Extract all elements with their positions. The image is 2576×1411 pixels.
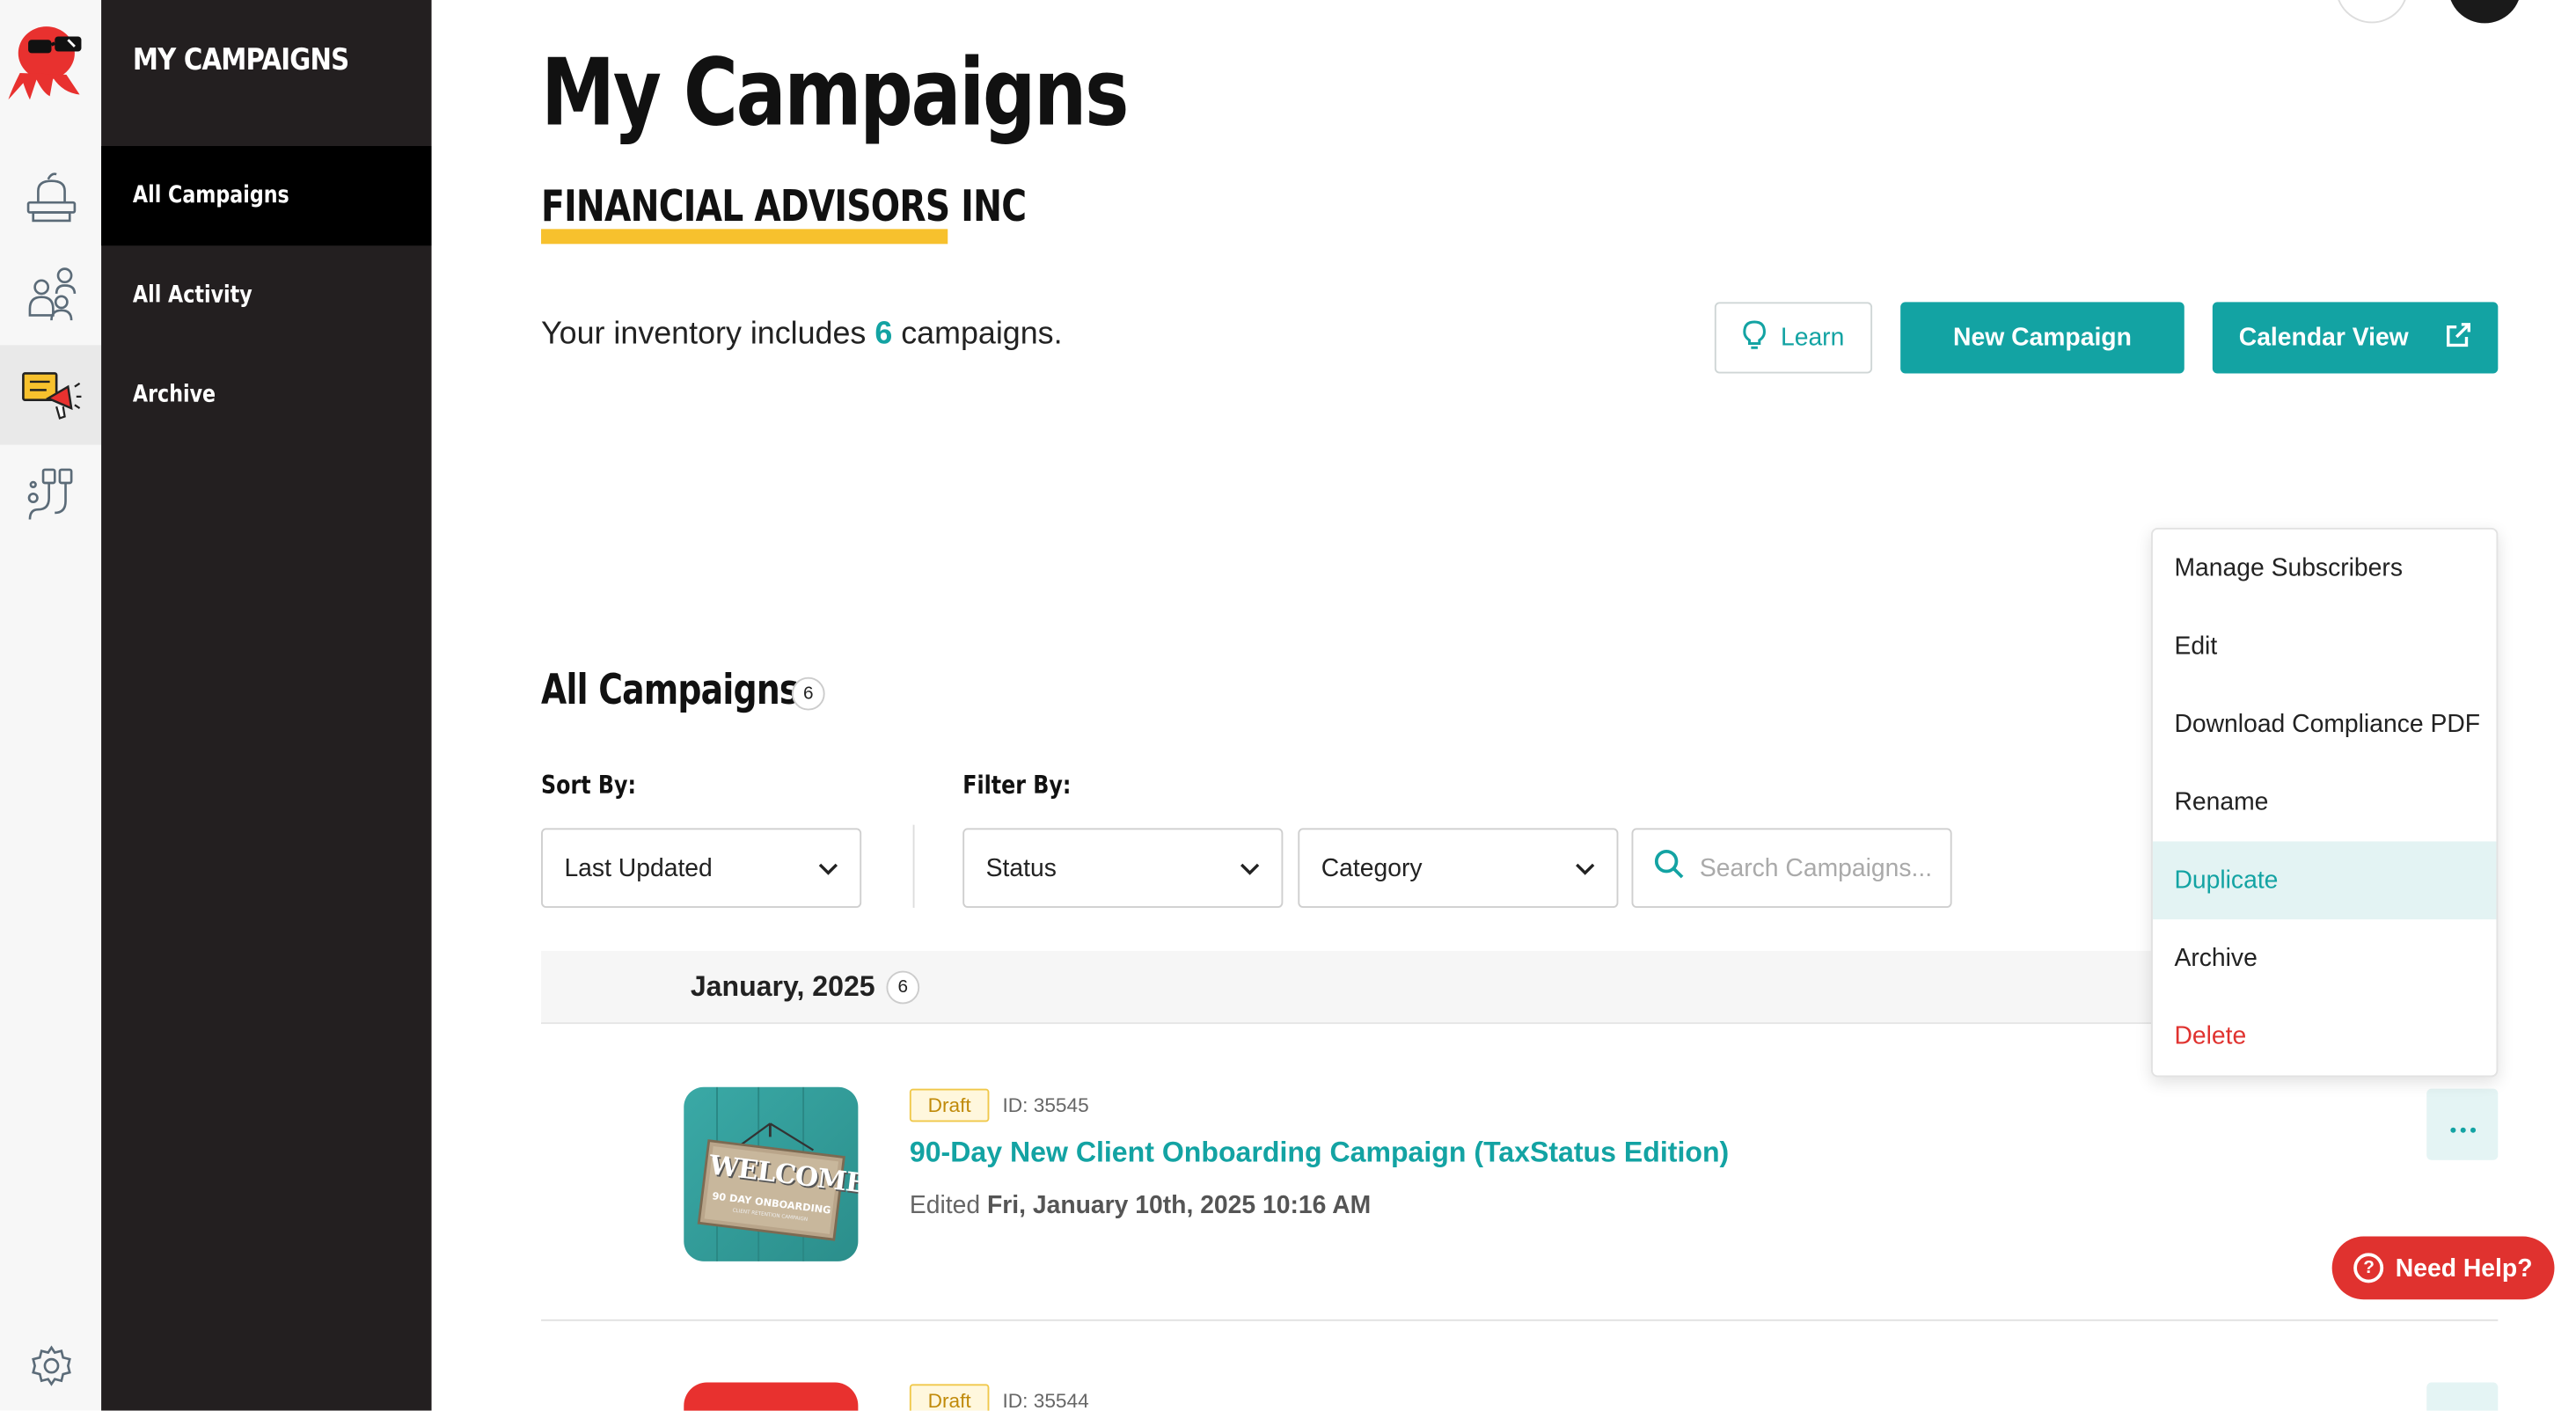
help-label: Need Help?: [2395, 1254, 2533, 1283]
inventory-prefix: Your inventory includes: [541, 317, 867, 352]
month-label: January, 2025: [690, 970, 875, 1003]
category-value: Category: [1321, 853, 1423, 882]
chevron-down-icon: [818, 854, 838, 882]
campaign-edited: Edited Fri, January 10th, 2025 10:16 AM: [910, 1192, 1371, 1220]
row-divider: [541, 1319, 2499, 1321]
sort-select[interactable]: Last Updated: [541, 828, 862, 908]
sort-value: Last Updated: [564, 853, 713, 882]
inventory-summary: Your inventory includes 6 campaigns.: [541, 317, 1063, 354]
icon-rail: [0, 0, 102, 1411]
status-badge: Draft: [909, 1088, 990, 1122]
campaign-name-link[interactable]: 90-Day New Client Onboarding Campaign (T…: [910, 1137, 1729, 1170]
sort-label: Sort By:: [541, 770, 636, 801]
menu-item-download-compliance-pdf[interactable]: Download Compliance PDF: [2153, 685, 2497, 764]
section-count-badge: 6: [791, 676, 825, 711]
org-name: FINANCIAL ADVISORS INC: [541, 182, 1027, 233]
learn-label: Learn: [1780, 323, 1845, 352]
sidebar-item-all-activity[interactable]: All Activity: [101, 245, 431, 345]
search-icon: [1653, 848, 1685, 888]
menu-item-edit[interactable]: Edit: [2153, 607, 2497, 685]
inventory-suffix: campaigns.: [901, 317, 1063, 352]
search-campaigns: [1631, 828, 1952, 908]
menu-item-manage-subscribers[interactable]: Manage Subscribers: [2153, 530, 2497, 608]
edited-date: Fri, January 10th, 2025 10:16 AM: [986, 1191, 1372, 1220]
filter-divider: [912, 824, 915, 908]
campaign-megaphone-icon[interactable]: [0, 345, 102, 445]
filter-label: Filter By:: [962, 770, 1072, 801]
category-filter-select[interactable]: Category: [1298, 828, 1619, 908]
chevron-down-icon: [1240, 854, 1260, 882]
sidebar-item-all-campaigns[interactable]: All Campaigns: [101, 146, 432, 246]
inbox-tray-icon[interactable]: [0, 148, 101, 247]
help-question-icon: ?: [2353, 1253, 2384, 1283]
settings-gear-icon[interactable]: [0, 1316, 101, 1411]
status-value: Status: [985, 853, 1057, 882]
inventory-count: 6: [875, 317, 893, 352]
month-count-badge: 6: [886, 970, 920, 1005]
menu-item-rename[interactable]: Rename: [2153, 764, 2497, 842]
calendar-view-button[interactable]: Calendar View: [2212, 302, 2499, 374]
sidebar-item-label: All Campaigns: [132, 182, 289, 209]
need-help-button[interactable]: ? Need Help?: [2331, 1236, 2555, 1300]
sidebar: MY CAMPAIGNS All Campaigns All Activity …: [101, 0, 432, 1411]
more-horizontal-icon: [2449, 1107, 2476, 1142]
sidebar-item-archive[interactable]: Archive: [101, 345, 431, 444]
sidebar-item-label: All Activity: [132, 281, 252, 309]
campaign-id: ID: 35545: [1002, 1093, 1089, 1117]
people-icon[interactable]: [0, 245, 101, 345]
menu-item-delete[interactable]: Delete: [2153, 998, 2497, 1076]
avatar[interactable]: [2448, 0, 2521, 24]
menu-item-archive[interactable]: Archive: [2153, 919, 2497, 998]
notifications-button[interactable]: [2335, 0, 2409, 24]
campaign-actions-menu: Manage Subscribers Edit Download Complia…: [2151, 527, 2499, 1078]
menu-item-duplicate[interactable]: Duplicate: [2152, 841, 2497, 920]
logo-icon[interactable]: [7, 17, 93, 103]
external-link-icon: [2445, 321, 2471, 355]
status-filter-select[interactable]: Status: [962, 828, 1284, 908]
campaign-thumbnail[interactable]: WELCOME 90 DAY ONBOARDING CLIENT RETENTI…: [684, 1086, 859, 1261]
sidebar-title: MY CAMPAIGNS: [132, 43, 349, 78]
integrations-icon[interactable]: [0, 445, 101, 545]
page-title: My Campaigns: [541, 40, 1129, 148]
status-badge: Draft: [909, 1384, 990, 1411]
campaign-id: ID: 35544: [1002, 1389, 1089, 1411]
sidebar-item-label: Archive: [132, 381, 216, 409]
lightbulb-icon: [1742, 319, 1766, 356]
more-actions-button[interactable]: [2426, 1088, 2499, 1160]
section-title: All Campaigns: [541, 665, 799, 714]
calendar-view-label: Calendar View: [2238, 323, 2409, 352]
chevron-down-icon: [1575, 854, 1595, 882]
learn-button[interactable]: Learn: [1714, 302, 1873, 374]
new-campaign-button[interactable]: New Campaign: [1900, 302, 2184, 374]
edited-prefix: Edited: [909, 1191, 981, 1220]
search-input[interactable]: [1699, 853, 1933, 882]
